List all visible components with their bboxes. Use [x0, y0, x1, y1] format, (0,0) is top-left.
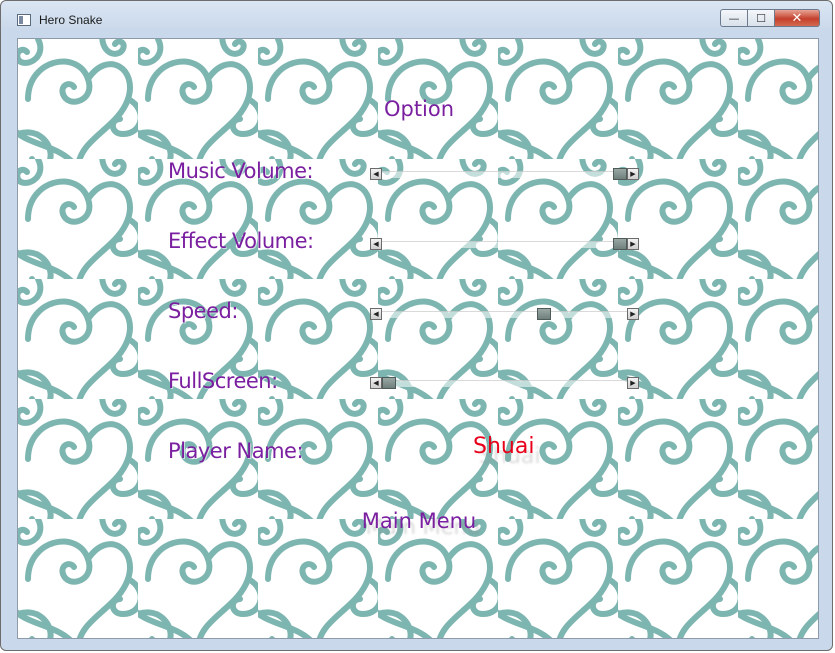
effect-volume-label: Effect Volume:	[168, 229, 314, 253]
slider-track[interactable]	[382, 241, 627, 248]
maximize-icon: ☐	[756, 11, 766, 25]
right-arrow-icon[interactable]: ▶	[627, 377, 639, 389]
effect-volume-slider[interactable]: ◀ ▶	[370, 238, 639, 250]
speed-label: Speed:	[168, 299, 238, 323]
main-menu-button[interactable]: Main Menu	[18, 509, 818, 533]
maximize-button[interactable]: ☐	[747, 9, 774, 27]
slider-thumb[interactable]	[613, 238, 627, 250]
left-arrow-icon[interactable]: ◀	[370, 377, 382, 389]
left-arrow-icon[interactable]: ◀	[370, 168, 382, 180]
slider-thumb[interactable]	[382, 377, 396, 389]
player-name-label: Player Name:	[168, 439, 304, 463]
right-arrow-icon[interactable]: ▶	[627, 168, 639, 180]
window-title: Hero Snake	[39, 13, 103, 27]
title-bar[interactable]: Hero Snake — ☐ ✕	[1, 1, 832, 35]
close-icon: ✕	[791, 10, 803, 26]
app-window: Hero Snake — ☐ ✕ Option Music Volume: ◀ …	[0, 0, 833, 651]
music-volume-label: Music Volume:	[168, 159, 314, 183]
slider-track[interactable]	[382, 171, 627, 178]
player-name-field[interactable]: Shuai	[473, 434, 534, 459]
right-arrow-icon[interactable]: ▶	[627, 238, 639, 250]
music-volume-slider[interactable]: ◀ ▶	[370, 168, 639, 180]
fullscreen-label: FullScreen:	[168, 369, 278, 393]
slider-track[interactable]	[382, 311, 627, 318]
right-arrow-icon[interactable]: ▶	[627, 308, 639, 320]
speed-slider[interactable]: ◀ ▶	[370, 308, 639, 320]
swirl-pattern-background	[18, 39, 818, 638]
slider-track[interactable]	[382, 380, 627, 387]
options-heading: Option	[383, 97, 455, 121]
close-button[interactable]: ✕	[774, 9, 820, 27]
game-canvas: Option Music Volume: ◀ ▶ Effect Volume: …	[17, 38, 819, 639]
minimize-button[interactable]: —	[720, 9, 747, 27]
slider-thumb[interactable]	[613, 168, 627, 180]
left-arrow-icon[interactable]: ◀	[370, 238, 382, 250]
fullscreen-slider[interactable]: ◀ ▶	[370, 377, 639, 389]
slider-thumb[interactable]	[537, 308, 551, 320]
left-arrow-icon[interactable]: ◀	[370, 308, 382, 320]
window-controls: — ☐ ✕	[720, 9, 820, 27]
minimize-icon: —	[728, 11, 740, 25]
app-icon	[17, 14, 31, 26]
